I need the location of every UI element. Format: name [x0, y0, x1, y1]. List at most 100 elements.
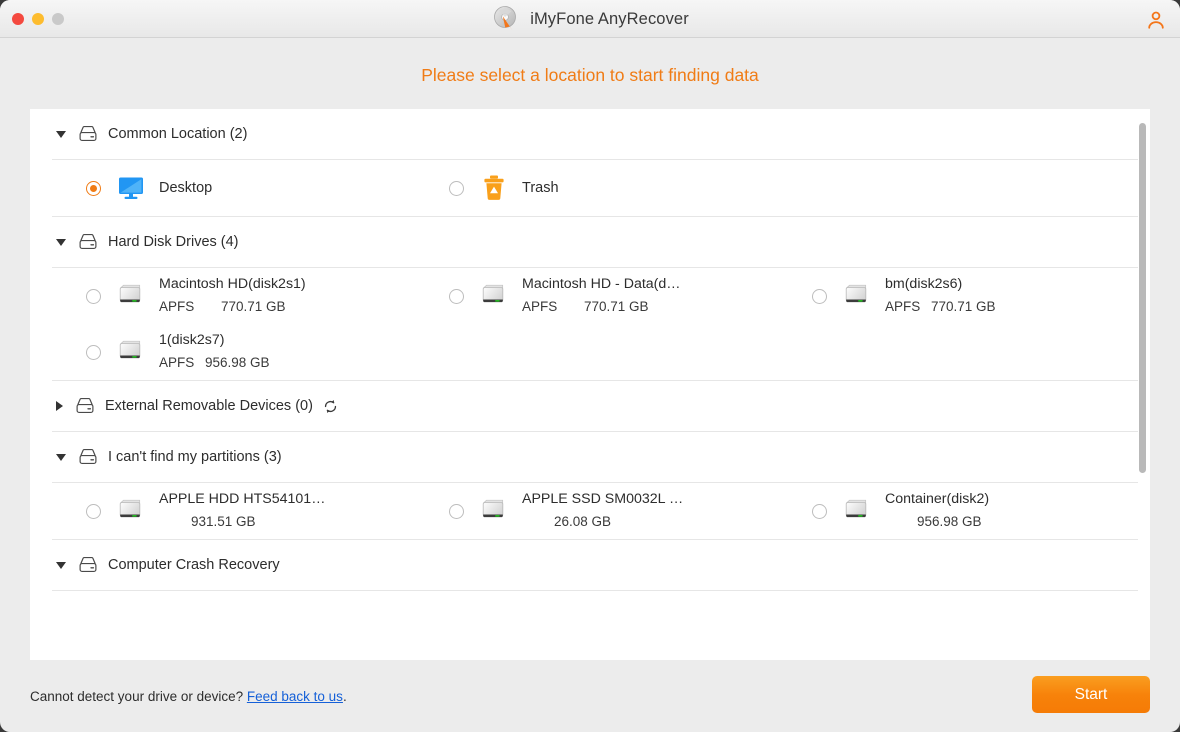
- item-label: 1(disk2s7): [159, 332, 225, 349]
- hard-drive-icon: [845, 284, 867, 303]
- item-icon-slot: [114, 175, 148, 201]
- refresh-icon[interactable]: [322, 398, 339, 415]
- item-texts: APPLE SSD SM0032L … 26.08 GB: [522, 490, 683, 531]
- item-icon-slot: [477, 174, 511, 202]
- trash-icon: [484, 175, 504, 200]
- section-items-common-location: Desktop Trash: [30, 160, 1150, 216]
- item-row: APPLE HDD HTS54101… 931.51 GB APPLE SSD SM…: [30, 483, 1150, 539]
- item-meta: 956.98 GB: [917, 513, 989, 532]
- section-divider: [52, 590, 1138, 591]
- radio-button[interactable]: [86, 288, 101, 304]
- radio-button[interactable]: [449, 503, 464, 519]
- item-row: Desktop Trash: [30, 160, 1150, 216]
- location-item-macintosh-hd-data-d[interactable]: Macintosh HD - Data(d… APFS 770.71 GB: [393, 268, 756, 324]
- location-item-apple-hdd-hts54101[interactable]: APPLE HDD HTS54101… 931.51 GB: [30, 483, 393, 539]
- section-title: External Removable Devices (0): [105, 398, 313, 414]
- zoom-window-button[interactable]: [52, 13, 64, 25]
- cannot-detect-text: Cannot detect your drive or device?: [30, 688, 247, 704]
- item-texts: bm(disk2s6) APFS 770.71 GB: [885, 275, 996, 316]
- user-icon[interactable]: [1145, 9, 1167, 31]
- radio-button[interactable]: [812, 288, 827, 304]
- location-item-1-disk2s7[interactable]: 1(disk2s7) APFS 956.98 GB: [30, 324, 393, 380]
- item-label: Container(disk2): [885, 491, 990, 508]
- chevron-down-icon[interactable]: [56, 453, 66, 461]
- item-texts: APPLE HDD HTS54101… 931.51 GB: [159, 490, 325, 531]
- section-title: I can't find my partitions (3): [108, 449, 282, 465]
- disc-cursor-logo-icon: [494, 6, 517, 31]
- section-title: Computer Crash Recovery: [108, 557, 280, 573]
- page-heading: Please select a location to start findin…: [421, 65, 759, 85]
- location-item-desktop[interactable]: Desktop: [30, 160, 393, 216]
- hard-drive-icon: [119, 499, 141, 518]
- hard-drive-icon: [482, 499, 504, 518]
- item-label: Macintosh HD(disk2s1): [159, 276, 306, 293]
- location-item-bm-disk2s6[interactable]: bm(disk2s6) APFS 770.71 GB: [756, 268, 1119, 324]
- radio-button[interactable]: [86, 503, 101, 519]
- section-header-cant-find-my-partitions[interactable]: I can't find my partitions (3): [30, 432, 1150, 482]
- location-item-trash[interactable]: Trash: [393, 160, 756, 216]
- section-title: Common Location (2): [108, 126, 248, 142]
- item-size: 770.71 GB: [931, 298, 996, 314]
- item-icon-slot: [840, 497, 874, 525]
- chevron-down-icon[interactable]: [56, 561, 66, 569]
- item-texts: 1(disk2s7) APFS 956.98 GB: [159, 331, 270, 372]
- item-filesystem: APFS: [885, 298, 921, 314]
- location-item-container-disk2[interactable]: Container(disk2) 956.98 GB: [756, 483, 1119, 539]
- chevron-down-icon[interactable]: [56, 130, 66, 138]
- app-window: iMyFone AnyRecover Please select a locat…: [0, 0, 1180, 732]
- item-size: 26.08 GB: [554, 513, 612, 529]
- item-size: 956.98 GB: [205, 354, 270, 370]
- item-label: Macintosh HD - Data(d…: [522, 276, 681, 293]
- title-bar: iMyFone AnyRecover: [0, 0, 1180, 38]
- item-icon-slot: [114, 282, 148, 310]
- app-title: iMyFone AnyRecover: [530, 9, 689, 28]
- radio-button[interactable]: [86, 344, 101, 360]
- item-meta: APFS 770.71 GB: [159, 298, 306, 317]
- start-button[interactable]: Start: [1032, 676, 1150, 713]
- hard-drive-icon: [845, 499, 867, 518]
- location-item-apple-ssd-sm0032l[interactable]: APPLE SSD SM0032L … 26.08 GB: [393, 483, 756, 539]
- chevron-right-icon[interactable]: [56, 401, 63, 411]
- location-list-panel: Common Location (2) Desktop Trash Hard Disk…: [30, 109, 1150, 660]
- radio-button[interactable]: [812, 503, 827, 519]
- item-label: APPLE HDD HTS54101…: [159, 491, 326, 508]
- radio-button[interactable]: [449, 288, 464, 304]
- item-texts: Macintosh HD - Data(d… APFS 770.71 GB: [522, 275, 680, 316]
- section-header-computer-crash-recovery[interactable]: Computer Crash Recovery: [30, 540, 1150, 590]
- drive-outline-icon: [79, 125, 97, 142]
- section-header-hard-disk-drives[interactable]: Hard Disk Drives (4): [30, 217, 1150, 267]
- location-item-macintosh-hd-disk2s1[interactable]: Macintosh HD(disk2s1) APFS 770.71 GB: [30, 268, 393, 324]
- item-size: 770.71 GB: [221, 298, 286, 314]
- close-window-button[interactable]: [12, 13, 24, 25]
- item-meta: APFS 956.98 GB: [159, 354, 270, 373]
- item-filesystem: APFS: [159, 354, 195, 370]
- item-size: 770.71 GB: [584, 298, 649, 314]
- item-meta: 931.51 GB: [191, 513, 325, 532]
- item-size: 931.51 GB: [191, 513, 256, 529]
- item-icon-slot: [114, 338, 148, 366]
- radio-button[interactable]: [86, 180, 101, 196]
- item-row: 1(disk2s7) APFS 956.98 GB: [30, 324, 1150, 380]
- location-list: Common Location (2) Desktop Trash Hard Disk…: [30, 109, 1150, 660]
- vertical-scrollbar-thumb[interactable]: [1139, 123, 1146, 473]
- hard-drive-icon: [119, 284, 141, 303]
- section-header-external-removable-devices[interactable]: External Removable Devices (0): [30, 381, 1150, 431]
- item-meta: 26.08 GB: [554, 513, 683, 532]
- chevron-down-icon[interactable]: [56, 238, 66, 246]
- item-filesystem: APFS: [522, 298, 558, 314]
- drive-outline-icon: [79, 233, 97, 250]
- item-icon-slot: [477, 282, 511, 310]
- item-filesystem: APFS: [159, 298, 195, 314]
- hard-drive-icon: [482, 284, 504, 303]
- section-title: Hard Disk Drives (4): [108, 234, 239, 250]
- section-header-common-location[interactable]: Common Location (2): [30, 109, 1150, 159]
- item-icon-slot: [840, 282, 874, 310]
- item-meta: APFS 770.71 GB: [885, 298, 996, 317]
- item-label: APPLE SSD SM0032L …: [522, 491, 684, 508]
- drive-outline-icon: [79, 448, 97, 465]
- section-items-hard-disk-drives: Macintosh HD(disk2s1) APFS 770.71 GB Macint…: [30, 268, 1150, 380]
- radio-button[interactable]: [449, 180, 464, 196]
- feedback-link[interactable]: Feed back to us: [247, 689, 343, 704]
- item-icon-slot: [114, 497, 148, 525]
- minimize-window-button[interactable]: [32, 13, 44, 25]
